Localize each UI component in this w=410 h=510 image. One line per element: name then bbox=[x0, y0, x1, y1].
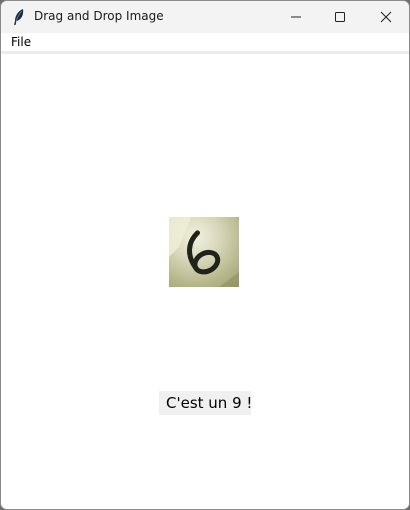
drop-area[interactable]: C'est un 9 ! bbox=[1, 54, 409, 509]
menu-bar: File bbox=[1, 33, 409, 51]
minimize-button[interactable] bbox=[273, 1, 319, 33]
minimize-icon bbox=[291, 16, 301, 18]
dropped-image bbox=[169, 217, 239, 287]
window-title: Drag and Drop Image bbox=[34, 9, 164, 23]
title-bar[interactable]: Drag and Drop Image bbox=[1, 1, 409, 33]
result-label: C'est un 9 ! bbox=[159, 391, 252, 415]
menu-item-file[interactable]: File bbox=[8, 35, 34, 49]
digit-nine-picture bbox=[169, 217, 239, 287]
app-window: Drag and Drop Image File C'est un 9 ! bbox=[0, 0, 410, 510]
close-button[interactable] bbox=[363, 1, 409, 33]
close-icon bbox=[380, 11, 392, 23]
feather-icon bbox=[14, 9, 24, 25]
maximize-icon bbox=[335, 12, 345, 22]
maximize-button[interactable] bbox=[317, 1, 363, 33]
